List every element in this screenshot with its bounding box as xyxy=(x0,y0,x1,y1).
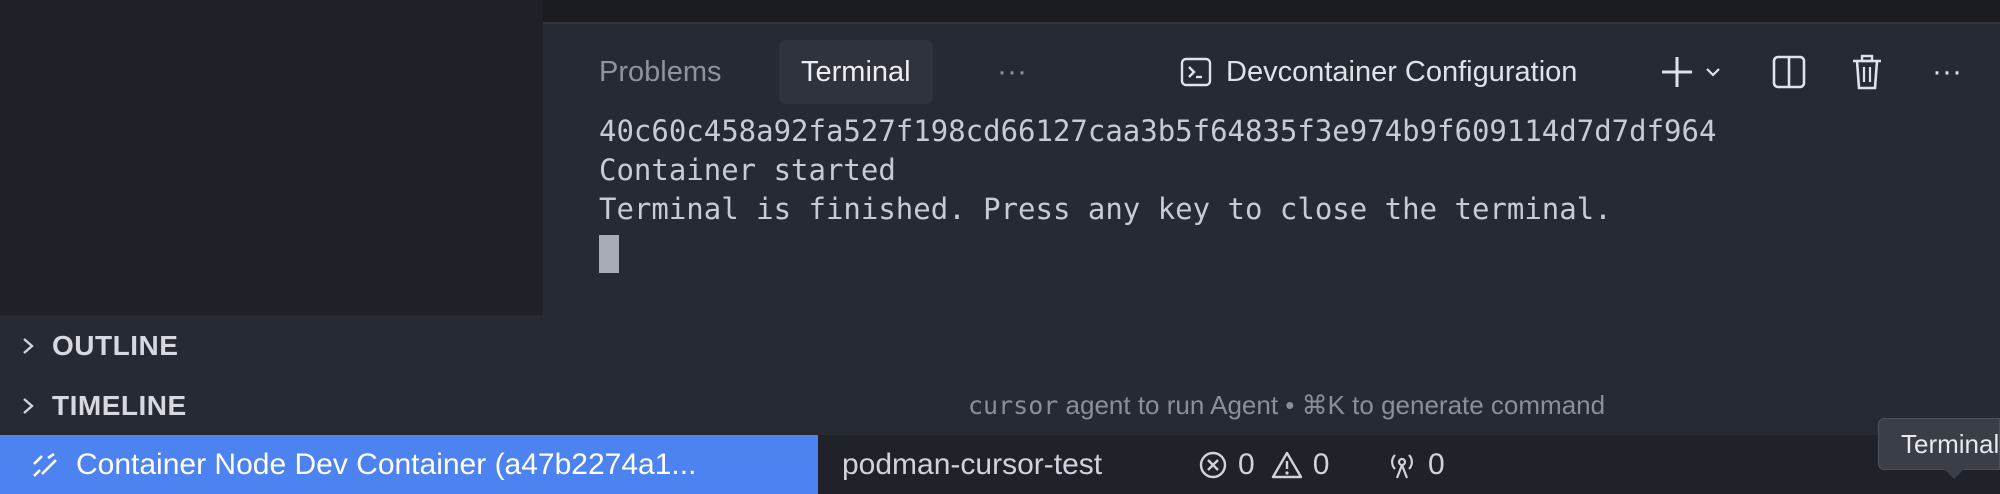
plus-icon xyxy=(1662,57,1692,87)
remote-label: Container Node Dev Container (a47b2274a1… xyxy=(76,447,697,481)
ports-indicator[interactable]: 0 xyxy=(1386,435,1445,494)
tooltip-text: Terminal xyxy=(1901,428,2000,459)
tab-terminal[interactable]: Terminal xyxy=(779,40,933,104)
terminal-panel: Problems Terminal ··· Devcontainer Confi… xyxy=(543,24,2000,435)
tab-problems[interactable]: Problems xyxy=(599,40,722,104)
split-terminal-button[interactable] xyxy=(1769,40,1809,104)
tooltip-arrow xyxy=(1944,469,1964,479)
error-count: 0 xyxy=(1238,447,1255,481)
terminal-dropdown-button[interactable] xyxy=(1701,40,1725,104)
problems-indicator[interactable]: 0 0 xyxy=(1198,435,1329,494)
hint-command: cursor xyxy=(968,391,1059,420)
split-icon xyxy=(1772,55,1806,89)
section-outline-label: OUTLINE xyxy=(52,330,179,361)
chevron-down-icon xyxy=(1706,68,1720,77)
remote-icon xyxy=(33,452,57,477)
kill-terminal-button[interactable] xyxy=(1847,40,1887,104)
panel-tab-bar: Problems Terminal ··· Devcontainer Confi… xyxy=(543,40,2000,104)
editor-top-strip xyxy=(543,0,2000,24)
more-icon[interactable]: ··· xyxy=(1927,40,1967,104)
workspace-name[interactable]: podman-cursor-test xyxy=(842,435,1102,494)
terminal-icon xyxy=(1180,57,1212,87)
section-timeline-label: TIMELINE xyxy=(52,390,187,421)
terminal-hint: cursor agent to run Agent • ⌘K to genera… xyxy=(968,390,1605,421)
section-timeline[interactable]: TIMELINE xyxy=(0,377,543,435)
section-outline[interactable]: OUTLINE xyxy=(0,317,543,375)
hint-text: agent to run Agent • ⌘K to generate comm… xyxy=(1058,390,1606,420)
more-tabs-button[interactable]: ··· xyxy=(997,40,1027,104)
hover-tooltip: Terminal xyxy=(1878,418,2000,470)
status-bar: Container Node Dev Container (a47b2274a1… xyxy=(0,435,2000,494)
sidebar-empty-area xyxy=(0,0,543,315)
trash-icon xyxy=(1853,54,1881,90)
terminal-selector[interactable]: Devcontainer Configuration xyxy=(1180,40,1577,104)
remote-indicator[interactable]: Container Node Dev Container (a47b2274a1… xyxy=(0,435,818,494)
error-icon xyxy=(1199,451,1227,478)
broadcast-icon xyxy=(1391,453,1413,478)
terminal-line: 40c60c458a92fa527f198cd66127caa3b5f64835… xyxy=(599,114,1717,148)
new-terminal-button[interactable] xyxy=(1655,40,1699,104)
terminal-line: Container started xyxy=(599,153,896,187)
chevron-right-icon xyxy=(23,338,34,354)
warning-count: 0 xyxy=(1312,447,1330,481)
terminal-cursor xyxy=(599,235,619,273)
terminal-title: Devcontainer Configuration xyxy=(1226,55,1578,88)
sidebar-sections: OUTLINE TIMELINE xyxy=(0,315,543,435)
chevron-right-icon xyxy=(23,398,34,414)
terminal-line: Terminal is finished. Press any key to c… xyxy=(599,192,1612,226)
ports-count: 0 xyxy=(1428,447,1445,481)
terminal-output[interactable]: 40c60c458a92fa527f198cd66127caa3b5f64835… xyxy=(599,112,1716,283)
warning-icon xyxy=(1271,451,1302,478)
